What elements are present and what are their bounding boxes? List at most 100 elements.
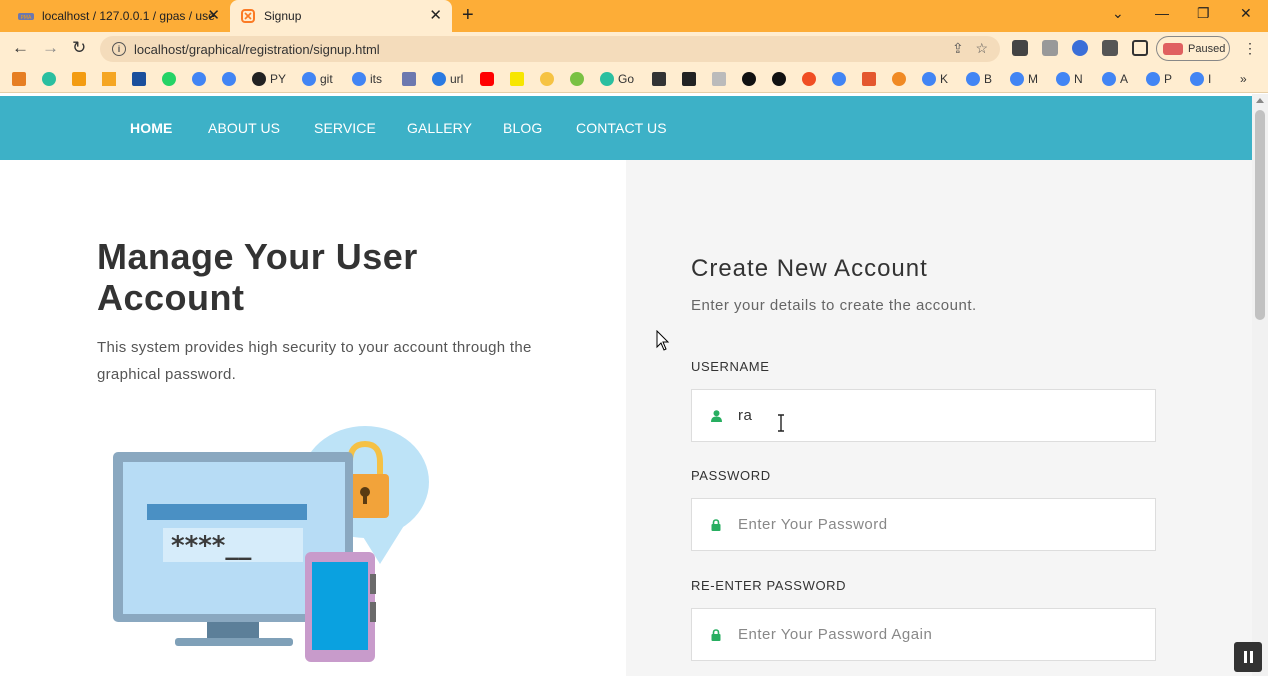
nav-home[interactable]: HOME: [130, 120, 172, 136]
tab-search-icon[interactable]: ⌄: [1112, 5, 1124, 22]
new-tab-icon[interactable]: +: [462, 5, 474, 25]
hero-section: Manage Your User Account This system pro…: [0, 160, 626, 676]
close-tab-icon[interactable]: ✕: [207, 8, 220, 24]
browser-toolbar: ← → ↻ i localhost/graphical/registration…: [0, 32, 1268, 65]
bookmark[interactable]: I: [1190, 71, 1211, 87]
bookmark[interactable]: B: [966, 71, 992, 87]
tab-signup[interactable]: Signup ✕: [230, 0, 452, 32]
bookmark[interactable]: P: [1146, 71, 1172, 87]
reload-icon[interactable]: ↻: [72, 39, 86, 57]
close-tab-icon[interactable]: ✕: [429, 8, 442, 24]
mouse-cursor-icon: [656, 329, 670, 357]
bookmark[interactable]: Go: [600, 71, 634, 87]
xampp-icon: [240, 8, 256, 24]
bookmark[interactable]: url: [432, 71, 463, 87]
bookmark[interactable]: [682, 71, 700, 87]
bookmark[interactable]: [162, 71, 180, 87]
bookmark[interactable]: [772, 71, 790, 87]
bookmark[interactable]: [102, 71, 120, 87]
minimize-icon[interactable]: —: [1155, 5, 1169, 21]
bookmark[interactable]: [832, 71, 850, 87]
hero-title: Manage Your User Account: [97, 236, 418, 318]
text-cursor-icon: [776, 414, 786, 437]
bookmark[interactable]: [132, 71, 150, 87]
nav-service[interactable]: SERVICE: [314, 120, 376, 136]
password-input[interactable]: [738, 516, 1118, 533]
user-icon: [710, 409, 722, 422]
bookmark[interactable]: [652, 71, 670, 87]
extension-icon[interactable]: [1072, 40, 1088, 56]
bookmark[interactable]: [12, 71, 30, 87]
bookmark[interactable]: PY: [252, 71, 286, 87]
repassword-input[interactable]: [738, 626, 1118, 643]
page-viewport: HOME ABOUT US SERVICE GALLERY BLOG CONTA…: [0, 94, 1252, 676]
close-window-icon[interactable]: ✕: [1240, 5, 1252, 22]
bookmark[interactable]: M: [1010, 71, 1038, 87]
page-scrollbar[interactable]: [1252, 94, 1268, 676]
bookmark[interactable]: git: [302, 71, 333, 87]
repassword-label: RE-ENTER PASSWORD: [691, 578, 847, 593]
signup-form-section: Create New Account Enter your details to…: [626, 160, 1252, 676]
menu-icon[interactable]: ⋮: [1243, 39, 1257, 57]
bookmark[interactable]: [802, 71, 820, 87]
forward-icon[interactable]: →: [42, 39, 59, 57]
side-panel-icon[interactable]: [1132, 40, 1148, 56]
nav-gallery[interactable]: GALLERY: [407, 120, 472, 136]
share-star-icons[interactable]: ⇪ ☆: [952, 40, 988, 57]
bookmark[interactable]: [42, 71, 60, 87]
pause-button[interactable]: [1234, 642, 1262, 672]
panda-extension-icon[interactable]: [1012, 40, 1028, 56]
address-bar[interactable]: i localhost/graphical/registration/signu…: [100, 36, 1000, 62]
address-text: localhost/graphical/registration/signup.…: [134, 41, 380, 57]
bookmark[interactable]: [222, 71, 240, 87]
back-icon[interactable]: ←: [12, 39, 29, 57]
bookmark[interactable]: [72, 71, 90, 87]
nav-contact-us[interactable]: CONTACT US: [576, 120, 667, 136]
bookmark[interactable]: [480, 71, 498, 87]
username-input[interactable]: [738, 407, 1118, 424]
lock-icon: [710, 628, 722, 641]
bookmark[interactable]: K: [922, 71, 948, 87]
username-field[interactable]: [691, 389, 1156, 442]
hero-description: This system provides high security to yo…: [97, 339, 532, 383]
site-navbar: HOME ABOUT US SERVICE GALLERY BLOG CONTA…: [0, 96, 1252, 160]
username-label: USERNAME: [691, 359, 770, 374]
bookmark[interactable]: [742, 71, 760, 87]
extension-icon[interactable]: [1042, 40, 1058, 56]
lock-icon: [710, 518, 722, 531]
bookmark[interactable]: [540, 71, 558, 87]
tab-phpmyadmin[interactable]: PMA localhost / 127.0.0.1 / gpas / use ✕: [8, 0, 230, 32]
svg-text:PMA: PMA: [21, 15, 32, 21]
profile-label: Paused: [1188, 42, 1226, 55]
bookmark[interactable]: [192, 71, 210, 87]
bookmark[interactable]: N: [1056, 71, 1083, 87]
bookmark[interactable]: [862, 71, 880, 87]
password-field[interactable]: [691, 498, 1156, 551]
bookmark[interactable]: its: [352, 71, 382, 87]
form-title: Create New Account: [691, 255, 928, 282]
more-bookmarks-icon[interactable]: »: [1240, 71, 1247, 87]
bookmark[interactable]: A: [1102, 71, 1128, 87]
profile-button[interactable]: Paused: [1156, 36, 1230, 61]
bookmarks-bar: PY git its url Go K B M N A P I »: [0, 65, 1268, 93]
tab-title: Signup: [264, 9, 302, 23]
bookmark[interactable]: [402, 71, 420, 87]
nav-about-us[interactable]: ABOUT US: [208, 120, 280, 136]
bookmark[interactable]: [892, 71, 910, 87]
repassword-field[interactable]: [691, 608, 1156, 661]
security-illustration: ****__: [105, 424, 435, 669]
scroll-up-icon[interactable]: [1256, 98, 1264, 103]
avatar: [1163, 42, 1183, 55]
phpmyadmin-icon: PMA: [18, 8, 34, 24]
restore-icon[interactable]: ❐: [1197, 5, 1210, 22]
bookmark[interactable]: [570, 71, 588, 87]
puzzle-icon[interactable]: [1102, 40, 1118, 56]
bookmark[interactable]: [510, 71, 528, 87]
nav-blog[interactable]: BLOG: [503, 120, 542, 136]
browser-tabstrip: PMA localhost / 127.0.0.1 / gpas / use ✕…: [0, 0, 1268, 32]
form-subtitle: Enter your details to create the account…: [691, 297, 977, 314]
bookmark[interactable]: [712, 71, 730, 87]
site-info-icon[interactable]: i: [112, 42, 126, 56]
scrollbar-thumb[interactable]: [1255, 110, 1265, 320]
illustration-password-mask: ****__: [171, 531, 251, 561]
